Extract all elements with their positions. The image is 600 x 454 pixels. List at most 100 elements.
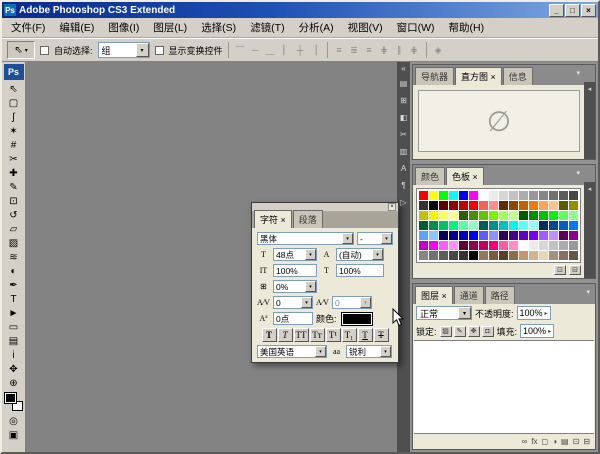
panel-menu-icon[interactable]: ▾ xyxy=(574,169,582,181)
color-swatch[interactable] xyxy=(499,231,508,240)
distribute-top-edges-icon[interactable]: ≡ xyxy=(333,45,346,55)
panel-tab[interactable]: 图层 × xyxy=(415,286,453,304)
color-swatch[interactable] xyxy=(429,241,438,250)
color-swatch[interactable] xyxy=(519,191,528,200)
menu-item[interactable]: 编辑(E) xyxy=(52,18,101,37)
color-swatch[interactable] xyxy=(439,191,448,200)
color-swatch[interactable] xyxy=(549,201,558,210)
clone-source-panel-icon[interactable]: ⊞ xyxy=(398,95,409,106)
color-swatch[interactable] xyxy=(469,251,478,260)
horizontal-scale-field[interactable]: 100% xyxy=(336,264,384,277)
color-swatch[interactable] xyxy=(569,231,578,240)
distribute-left-edges-icon[interactable]: ⋕ xyxy=(378,45,391,56)
panel-tab[interactable]: 字符 × xyxy=(254,210,292,228)
menu-item[interactable]: 图像(I) xyxy=(101,18,146,37)
panel-menu-icon[interactable]: ▾ xyxy=(584,288,592,300)
anti-alias-select[interactable]: 锐利 ▾ xyxy=(346,345,392,358)
color-swatch[interactable] xyxy=(459,211,468,220)
align-right-edges-icon[interactable]: ⎥ xyxy=(309,45,322,56)
color-swatch[interactable] xyxy=(489,191,498,200)
align-left-edges-icon[interactable]: ⎢ xyxy=(279,45,292,56)
color-swatch[interactable] xyxy=(429,191,438,200)
color-swatch[interactable] xyxy=(419,231,428,240)
color-swatch[interactable] xyxy=(479,231,488,240)
color-swatch[interactable] xyxy=(479,211,488,220)
lock-position-icon[interactable]: ✥ xyxy=(468,326,480,337)
panel-menu-icon[interactable]: ▾ xyxy=(574,69,582,81)
baseline-shift-field[interactable]: 0点 xyxy=(273,312,313,325)
spinner-arrow-icon[interactable]: ▸ xyxy=(548,328,551,335)
color-swatch[interactable] xyxy=(469,241,478,250)
vertical-scale-field[interactable]: 100% xyxy=(273,264,317,277)
menu-item[interactable]: 图层(L) xyxy=(146,18,194,37)
color-swatch[interactable] xyxy=(429,231,438,240)
color-swatch[interactable] xyxy=(429,201,438,210)
panel-side-strip[interactable]: ◂ xyxy=(584,182,595,278)
color-swatch[interactable] xyxy=(539,221,548,230)
actions-panel-icon[interactable]: ▷ xyxy=(398,197,409,208)
blend-mode-select[interactable]: 正常 ▾ xyxy=(416,306,472,320)
color-swatch[interactable] xyxy=(449,201,458,210)
brushes-panel-icon[interactable]: ▤ xyxy=(398,78,409,89)
color-swatch[interactable] xyxy=(449,211,458,220)
color-swatch[interactable] xyxy=(519,221,528,230)
fill-field[interactable]: 100% ▸ xyxy=(520,324,554,338)
panel-side-strip[interactable]: ◂ xyxy=(584,82,595,159)
tracking-select[interactable]: 0 ▾ xyxy=(332,296,372,309)
align-horizontal-centers-icon[interactable]: ┼ xyxy=(294,45,307,55)
menu-item[interactable]: 滤镜(T) xyxy=(243,18,291,37)
color-swatch[interactable] xyxy=(559,211,568,220)
notes-tool[interactable]: ▤ xyxy=(4,334,24,348)
trash-icon[interactable]: ⊟ xyxy=(569,265,581,275)
auto-align-layers-icon[interactable]: ◈ xyxy=(432,45,445,56)
color-swatch[interactable] xyxy=(569,241,578,250)
paragraph-panel-icon[interactable]: ¶ xyxy=(398,180,409,191)
color-swatch[interactable] xyxy=(519,251,528,260)
color-swatch[interactable] xyxy=(429,211,438,220)
color-swatch[interactable] xyxy=(509,231,518,240)
foreground-color-swatch[interactable] xyxy=(5,393,16,403)
color-swatch[interactable] xyxy=(569,191,578,200)
color-swatch[interactable] xyxy=(439,231,448,240)
color-swatch[interactable] xyxy=(499,251,508,260)
color-swatch[interactable] xyxy=(439,221,448,230)
color-swatch[interactable] xyxy=(539,231,548,240)
color-swatch[interactable] xyxy=(549,191,558,200)
color-swatch[interactable] xyxy=(419,201,428,210)
color-swatch[interactable] xyxy=(479,201,488,210)
small-caps-button[interactable]: Tᴛ xyxy=(310,328,325,342)
panel-tab[interactable]: 导航器 xyxy=(415,67,454,85)
panel-tab[interactable]: 信息 xyxy=(503,67,533,85)
color-swatch[interactable] xyxy=(439,241,448,250)
quick-mask-button[interactable]: ◎ xyxy=(4,414,24,428)
color-swatch[interactable] xyxy=(449,191,458,200)
superscript-button[interactable]: T¹ xyxy=(326,328,341,342)
color-swatch[interactable] xyxy=(439,201,448,210)
crop-tool[interactable]: # xyxy=(4,138,24,152)
color-swatch[interactable] xyxy=(499,221,508,230)
color-swatch[interactable] xyxy=(449,231,458,240)
menu-item[interactable]: 文件(F) xyxy=(4,18,52,37)
color-swatch[interactable] xyxy=(419,191,428,200)
color-swatch[interactable] xyxy=(539,251,548,260)
color-swatch[interactable] xyxy=(499,211,508,220)
layer-list[interactable] xyxy=(414,340,594,434)
color-swatch[interactable] xyxy=(489,251,498,260)
title-bar[interactable]: Ps Adobe Photoshop CS3 Extended _ □ × xyxy=(2,2,598,18)
color-swatch[interactable] xyxy=(529,211,538,220)
layer-group-icon[interactable]: ▤ xyxy=(561,437,569,446)
close-icon[interactable]: × xyxy=(388,203,396,211)
lock-all-icon[interactable]: ◘ xyxy=(482,326,494,337)
color-swatch[interactable] xyxy=(479,191,488,200)
restore-button[interactable]: □ xyxy=(565,4,580,17)
gradient-tool[interactable]: ▨ xyxy=(4,236,24,250)
kerning-select[interactable]: 0 ▾ xyxy=(273,296,313,309)
color-swatch[interactable] xyxy=(529,251,538,260)
color-swatch[interactable] xyxy=(469,201,478,210)
color-swatch[interactable] xyxy=(479,241,488,250)
color-swatch[interactable] xyxy=(539,211,548,220)
color-swatch[interactable] xyxy=(459,241,468,250)
character-panel-icon[interactable]: A xyxy=(398,163,409,174)
distribute-right-edges-icon[interactable]: ⋕ xyxy=(408,45,421,56)
language-select[interactable]: 美国英语 ▾ xyxy=(257,345,327,358)
